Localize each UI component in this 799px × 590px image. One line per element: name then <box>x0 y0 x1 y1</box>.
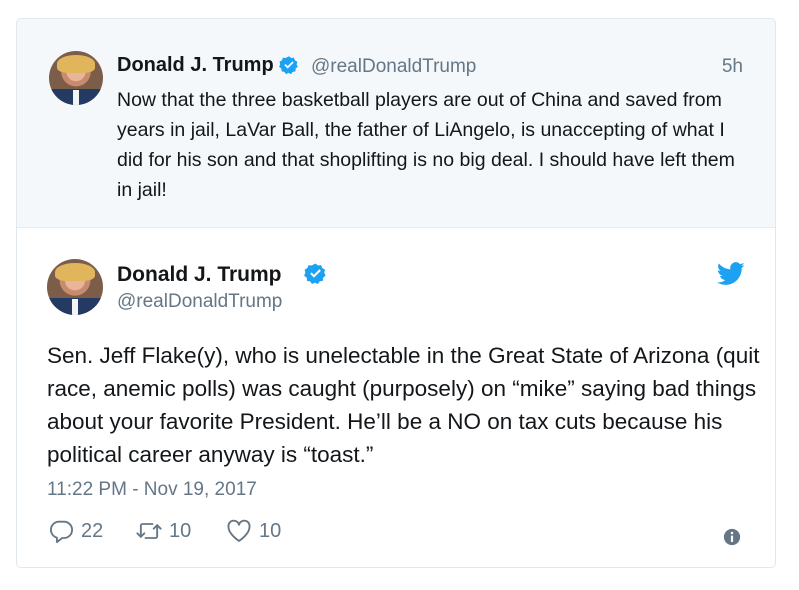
info-icon[interactable] <box>723 528 741 546</box>
display-name[interactable]: Donald J. Trump <box>117 54 274 77</box>
handle[interactable]: @realDonaldTrump <box>117 291 282 313</box>
retweet-icon <box>136 523 162 539</box>
tweet-date[interactable]: 11:22 PM - Nov 19, 2017 <box>47 479 257 501</box>
reply-button[interactable]: 22 <box>47 517 103 545</box>
retweet-button[interactable]: 10 <box>135 517 191 545</box>
tweet-text: Now that the three basketball players ar… <box>117 89 735 201</box>
reply-count: 22 <box>81 519 104 542</box>
tweet-text: Sen. Jeff Flake(y), who is unelectable i… <box>47 343 760 467</box>
like-count: 10 <box>259 519 282 542</box>
avatar[interactable] <box>47 259 103 315</box>
heart-icon <box>227 519 251 542</box>
twitter-bird-icon[interactable] <box>717 262 745 286</box>
timestamp[interactable]: 5h <box>722 56 743 78</box>
reply-icon <box>49 520 73 544</box>
verified-badge-icon <box>304 262 326 284</box>
verified-badge-icon <box>279 55 299 75</box>
parent-tweet[interactable]: Donald J. Trump @realDonaldTrump 5h Now … <box>17 19 775 228</box>
tweet-card: Donald J. Trump @realDonaldTrump 5h Now … <box>16 18 776 568</box>
avatar[interactable] <box>49 51 103 105</box>
display-name[interactable]: Donald J. Trump <box>117 263 282 287</box>
like-button[interactable]: 10 <box>225 517 281 545</box>
handle[interactable]: @realDonaldTrump <box>311 56 476 78</box>
retweet-count: 10 <box>169 519 192 542</box>
